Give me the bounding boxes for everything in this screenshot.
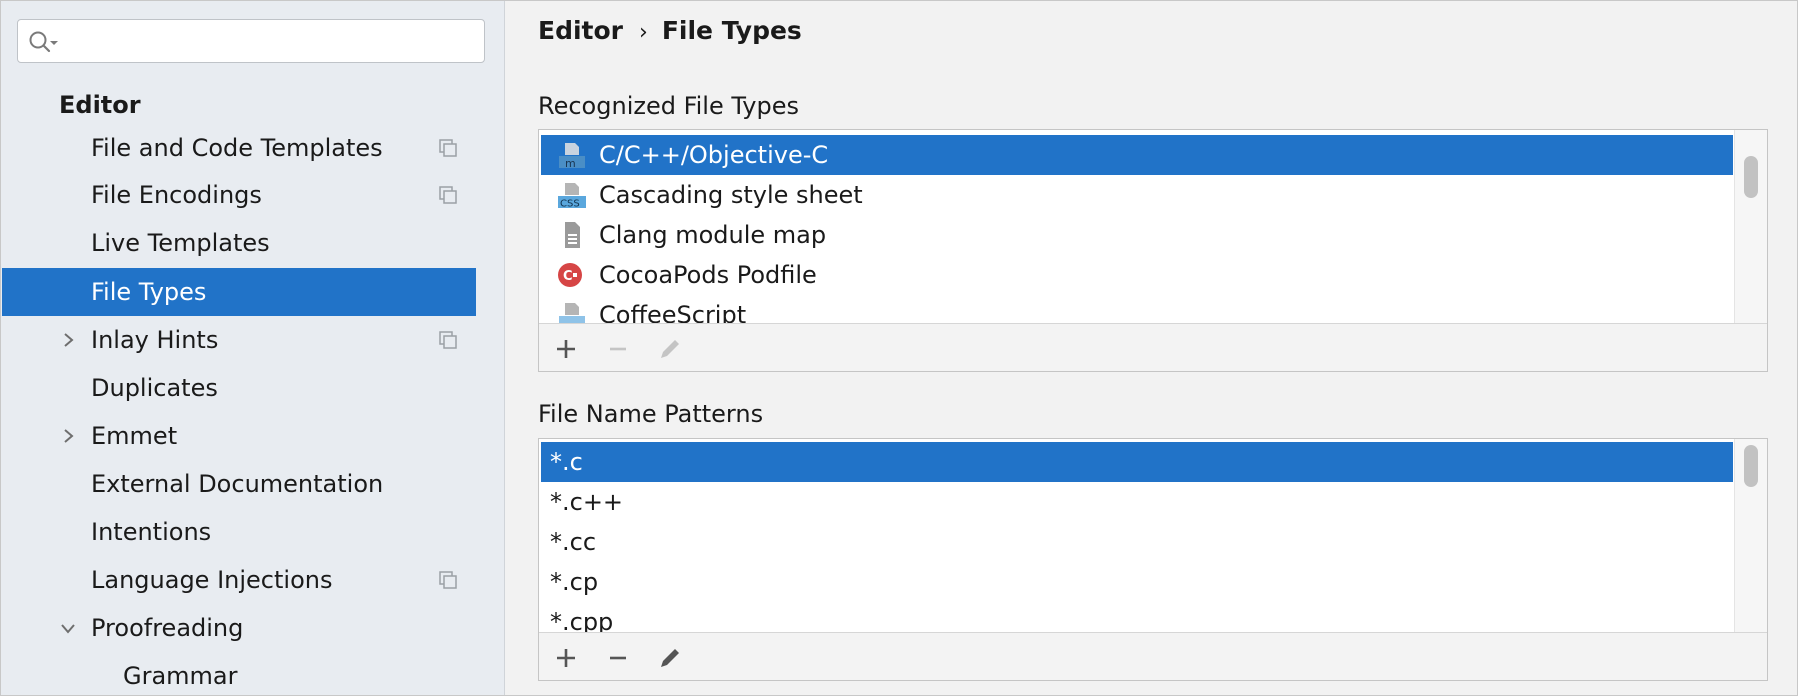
search-icon[interactable] <box>28 30 62 54</box>
svg-text:m: m <box>565 157 576 169</box>
sidebar-item-emmet[interactable]: Emmet <box>2 412 476 460</box>
sidebar-item-label: External Documentation <box>91 470 384 498</box>
sidebar-item-grammar[interactable]: Grammar <box>2 652 476 695</box>
file-type-label: CocoaPods Podfile <box>599 261 817 289</box>
file-name-patterns-title: File Name Patterns <box>538 400 764 428</box>
svg-text:C: C <box>563 269 573 284</box>
recognized-file-types-toolbar <box>539 323 1767 371</box>
search-input[interactable] <box>66 26 480 58</box>
scrollbar-thumb[interactable] <box>1744 445 1758 487</box>
pattern-label: *.cpp <box>550 608 614 632</box>
list-item[interactable]: *.c++ <box>541 482 1733 522</box>
settings-content: Editor › File Types Recognized File Types … <box>506 1 1796 695</box>
objc-file-icon: m <box>559 143 585 169</box>
sidebar-item-label: File Types <box>91 278 207 306</box>
sidebar-item-label: Inlay Hints <box>91 326 219 354</box>
pattern-label: *.c <box>550 448 583 476</box>
add-file-type-button[interactable] <box>551 334 581 364</box>
sidebar-item-label: File Encodings <box>91 181 262 209</box>
file-type-label: C/C++/Objective-C <box>599 141 829 169</box>
list-item[interactable]: C CocoaPods Podfile <box>541 255 1733 295</box>
sidebar-item-label: Grammar <box>123 662 238 690</box>
sidebar-item-external-documentation[interactable]: External Documentation <box>2 460 476 508</box>
settings-search-box[interactable] <box>17 19 485 63</box>
breadcrumb: Editor › File Types <box>538 13 802 51</box>
list-item[interactable]: CSS Cascading style sheet <box>541 175 1733 215</box>
edit-file-type-button[interactable] <box>655 334 685 364</box>
chevron-right-icon[interactable] <box>58 330 78 350</box>
sidebar-item-inlay-hints[interactable]: Inlay Hints <box>2 316 476 364</box>
copy-icon <box>439 186 457 204</box>
sidebar-item-label: Live Templates <box>91 229 270 257</box>
recognized-file-types-title: Recognized File Types <box>538 92 799 120</box>
recognized-file-types-panel: m C/C++/Objective-C CSS Cascading style … <box>538 129 1768 372</box>
remove-file-type-button[interactable] <box>603 334 633 364</box>
scrollbar[interactable] <box>1734 439 1767 632</box>
sidebar-item-label: Intentions <box>91 518 212 546</box>
settings-sidebar: Editor File and Code Templates File Enco… <box>1 1 505 695</box>
sidebar-item-language-injections[interactable]: Language Injections <box>2 556 476 604</box>
list-item[interactable]: m C/C++/Objective-C <box>541 135 1733 175</box>
file-type-label: Cascading style sheet <box>599 181 863 209</box>
recognized-file-types-list[interactable]: m C/C++/Objective-C CSS Cascading style … <box>539 130 1735 323</box>
pattern-label: *.c++ <box>550 488 624 516</box>
sidebar-item-file-and-code-templates[interactable]: File and Code Templates <box>2 124 476 172</box>
pattern-label: *.cc <box>550 528 597 556</box>
remove-pattern-button[interactable] <box>603 643 633 673</box>
chevron-right-icon[interactable] <box>58 426 78 446</box>
file-type-label: CoffeeScript <box>599 301 747 323</box>
sidebar-item-intentions[interactable]: Intentions <box>2 508 476 556</box>
list-item[interactable]: *.cp <box>541 562 1733 602</box>
edit-pattern-button[interactable] <box>655 643 685 673</box>
list-item[interactable]: *.cpp <box>541 602 1733 632</box>
sidebar-item-label: Duplicates <box>91 374 218 402</box>
coffeescript-file-icon <box>559 303 585 323</box>
sidebar-item-proofreading[interactable]: Proofreading <box>2 604 476 652</box>
breadcrumb-separator: › <box>639 20 648 45</box>
tree-group-editor[interactable]: Editor <box>59 87 141 123</box>
sidebar-item-duplicates[interactable]: Duplicates <box>2 364 476 412</box>
copy-icon <box>439 331 457 349</box>
sidebar-item-live-templates[interactable]: Live Templates <box>2 219 476 267</box>
scrollbar-thumb[interactable] <box>1744 156 1758 198</box>
breadcrumb-parent[interactable]: Editor <box>538 16 623 45</box>
file-type-label: Clang module map <box>599 221 827 249</box>
sidebar-item-file-encodings[interactable]: File Encodings <box>2 171 476 219</box>
sidebar-item-label: Emmet <box>91 422 178 450</box>
css-file-icon: CSS <box>558 183 586 210</box>
pattern-label: *.cp <box>550 568 599 596</box>
copy-icon <box>439 139 457 157</box>
copy-icon <box>439 571 457 589</box>
svg-text:CSS: CSS <box>560 199 580 210</box>
scrollbar[interactable] <box>1734 130 1767 323</box>
file-name-patterns-list[interactable]: *.c *.c++ *.cc *.cp *.cpp <box>539 439 1735 632</box>
list-item[interactable]: CoffeeScript <box>541 295 1733 323</box>
sidebar-item-file-types[interactable]: File Types <box>2 268 476 316</box>
chevron-down-icon[interactable] <box>58 618 78 638</box>
list-item[interactable]: Clang module map <box>541 215 1733 255</box>
add-pattern-button[interactable] <box>551 643 581 673</box>
file-name-patterns-panel: *.c *.c++ *.cc *.cp *.cpp <box>538 438 1768 681</box>
cocoapods-icon: C <box>558 263 582 287</box>
file-name-patterns-toolbar <box>539 632 1767 680</box>
breadcrumb-current: File Types <box>661 16 802 45</box>
sidebar-item-label: Language Injections <box>91 566 333 594</box>
sidebar-item-label: Proofreading <box>91 614 244 642</box>
sidebar-item-label: File and Code Templates <box>91 134 383 162</box>
list-item[interactable]: *.c <box>541 442 1733 482</box>
text-file-icon <box>565 222 580 248</box>
list-item[interactable]: *.cc <box>541 522 1733 562</box>
